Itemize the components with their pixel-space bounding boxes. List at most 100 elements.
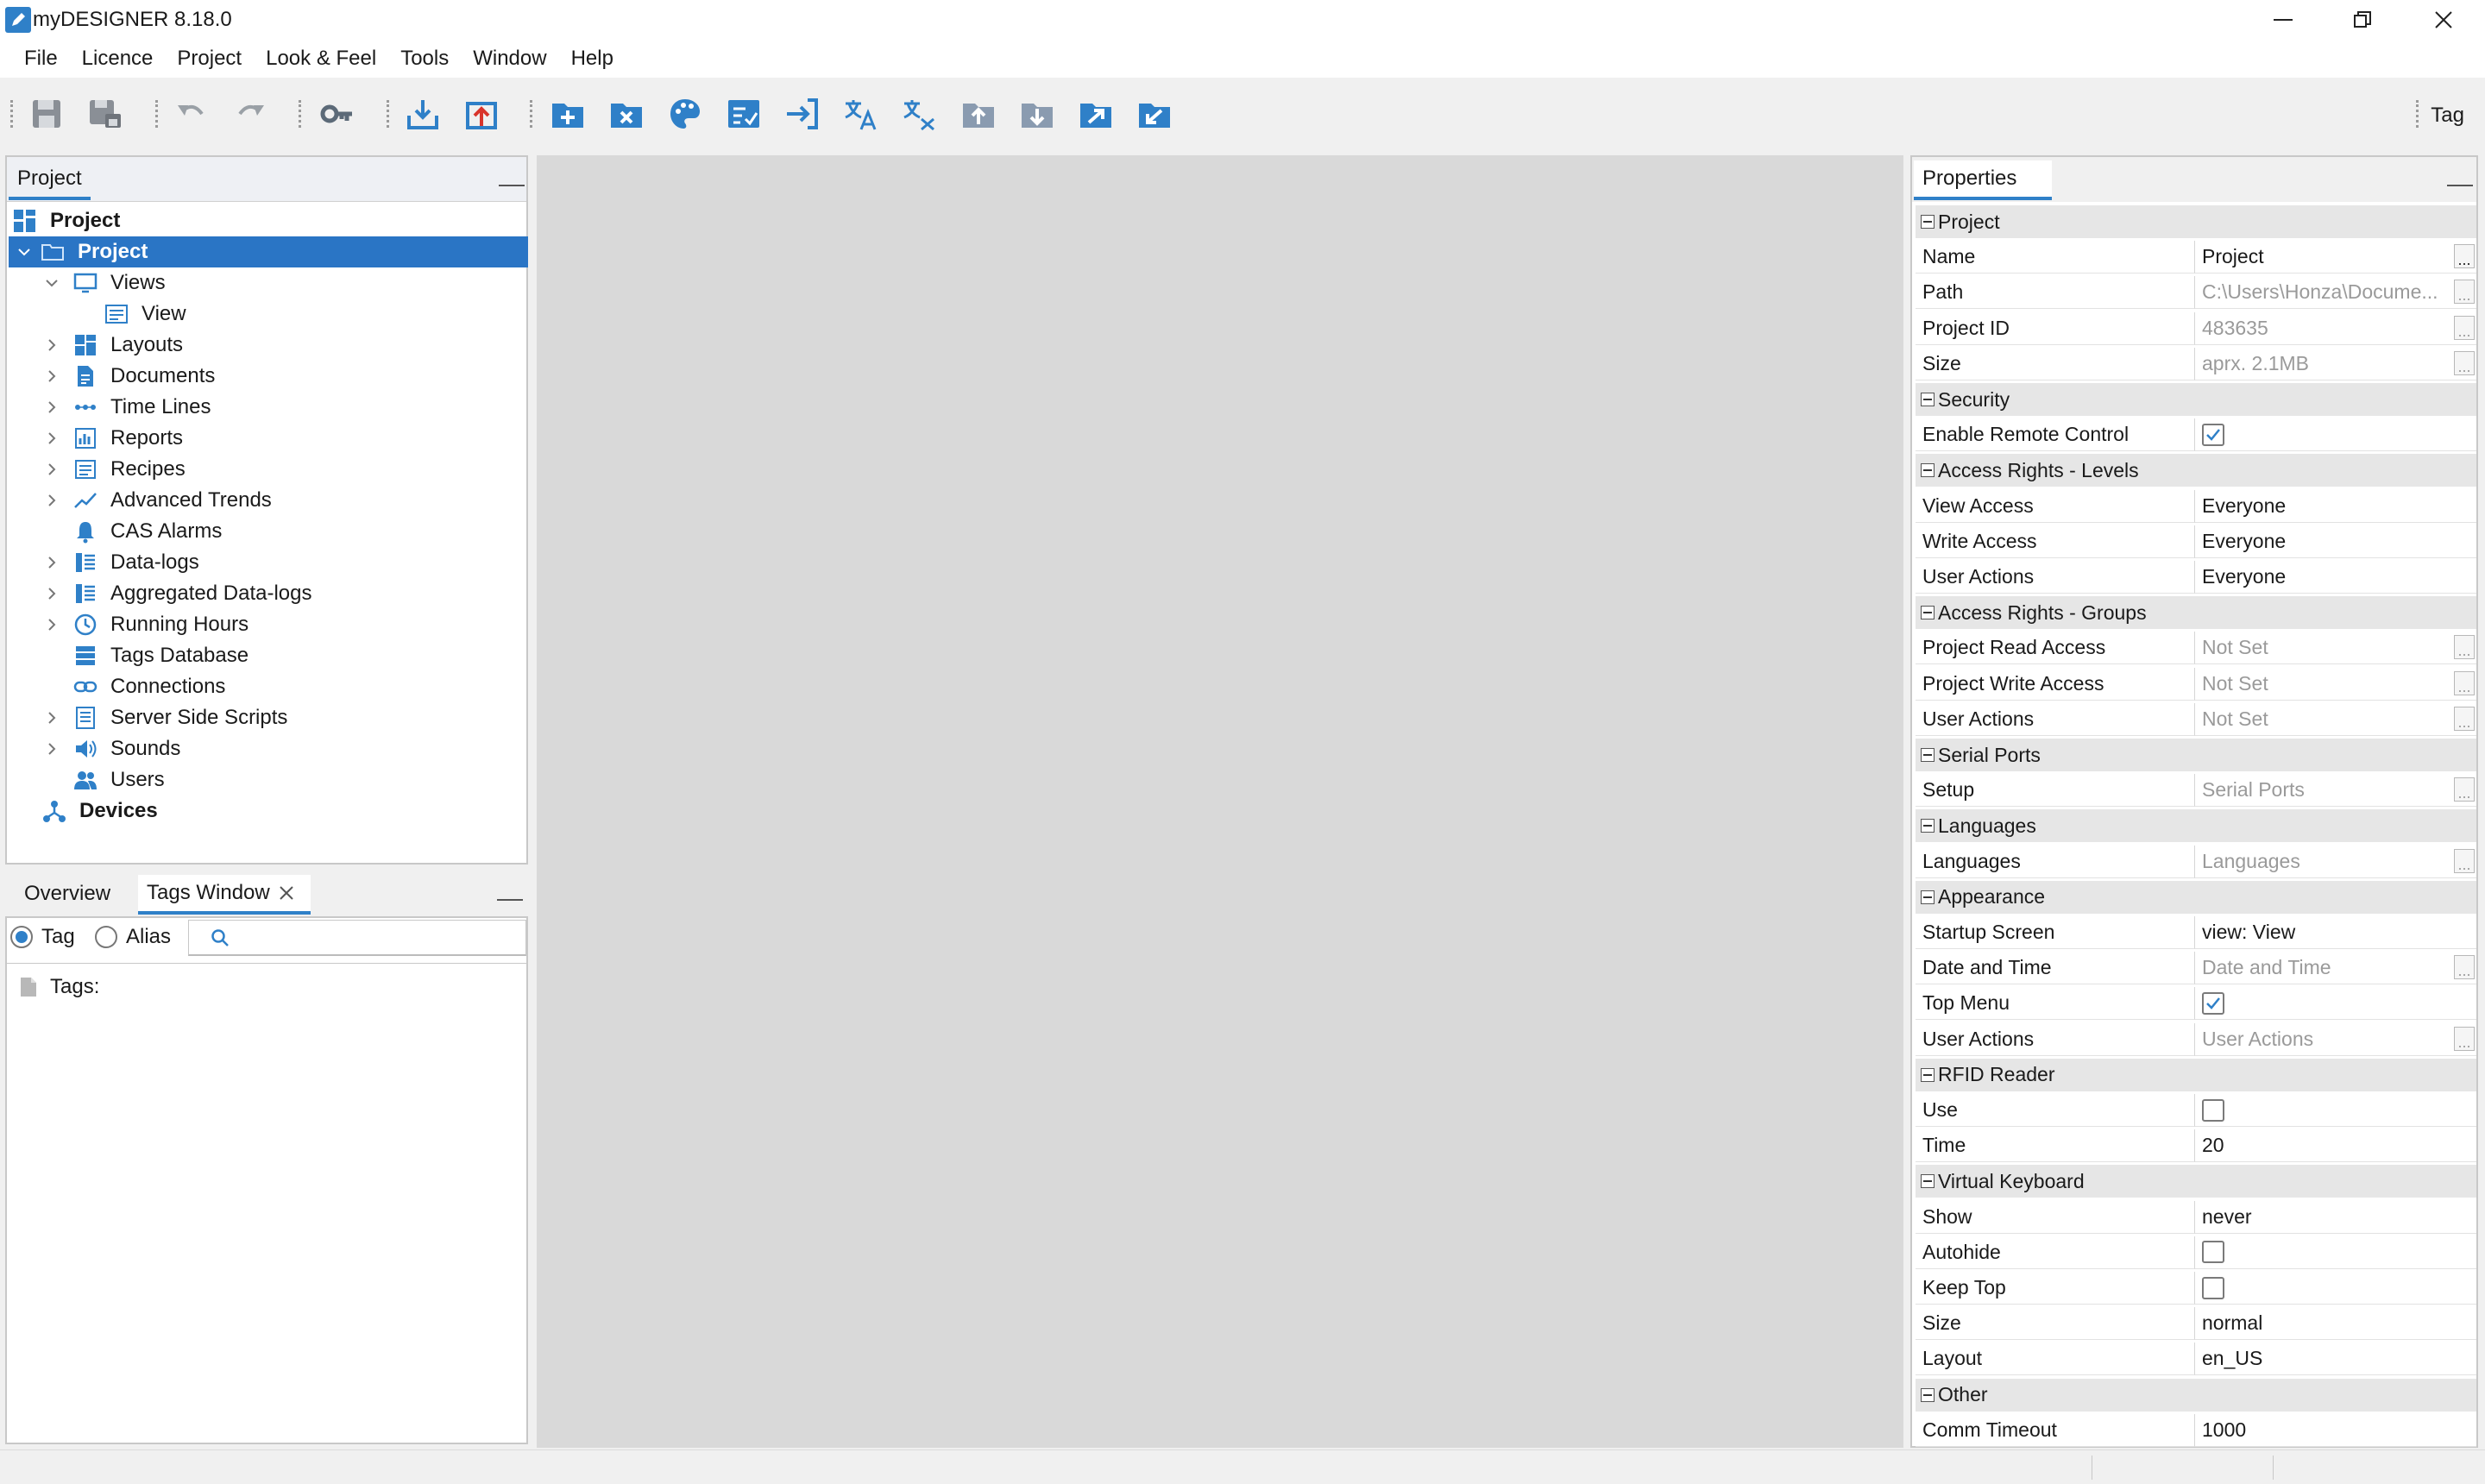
tree-item-project[interactable]: Project xyxy=(9,236,528,267)
property-value[interactable]: 483635... xyxy=(2195,312,2476,345)
tree-item-tags-database[interactable]: Tags Database xyxy=(41,640,559,671)
property-checkbox[interactable] xyxy=(2202,423,2224,446)
tree-item-views[interactable]: Views xyxy=(41,267,559,299)
tag-toolbar-label[interactable]: Tag xyxy=(2431,104,2464,128)
ellipsis-button[interactable]: ... xyxy=(2454,280,2475,305)
undo-button[interactable] xyxy=(173,95,211,133)
property-category[interactable]: Virtual Keyboard xyxy=(1916,1165,2476,1198)
tag-search-field[interactable] xyxy=(188,920,526,956)
property-value[interactable]: en_US xyxy=(2195,1343,2476,1376)
alias-radio-option[interactable]: Alias xyxy=(95,925,171,949)
remove-translation-button[interactable] xyxy=(901,95,939,133)
tab-properties[interactable]: Properties xyxy=(1914,160,2052,200)
tab-overview[interactable]: Overview xyxy=(24,882,110,906)
property-checkbox[interactable] xyxy=(2202,1241,2224,1264)
tree-item-devices[interactable]: Devices xyxy=(41,795,559,827)
alias-radio[interactable] xyxy=(95,926,117,948)
ellipsis-button[interactable]: ... xyxy=(2454,350,2475,375)
close-window-button[interactable] xyxy=(2402,0,2485,40)
menu-item-look-feel[interactable]: Look & Feel xyxy=(254,40,388,78)
chevron-right-icon[interactable] xyxy=(41,739,62,759)
new-item-button[interactable] xyxy=(549,95,587,133)
minimize-panel-button[interactable] xyxy=(499,185,525,186)
property-value[interactable]: Not Set... xyxy=(2195,632,2476,665)
collapse-icon[interactable] xyxy=(1921,463,1935,478)
property-checkbox[interactable] xyxy=(2202,991,2224,1015)
chevron-right-icon[interactable] xyxy=(41,552,62,573)
design-canvas[interactable] xyxy=(537,155,1903,1448)
tree-item-sounds[interactable]: Sounds xyxy=(41,733,559,764)
look-and-feel-button[interactable] xyxy=(666,95,704,133)
checklist-button[interactable] xyxy=(725,95,763,133)
tree-item-reports[interactable]: Reports xyxy=(41,423,559,454)
property-checkbox[interactable] xyxy=(2202,1098,2224,1122)
ellipsis-button[interactable]: ... xyxy=(2454,848,2475,873)
property-value[interactable]: Everyone xyxy=(2195,525,2476,558)
property-value[interactable]: C:\Users\Honza\Docume...... xyxy=(2195,276,2476,310)
upload-project-button[interactable] xyxy=(959,95,997,133)
open-external-button[interactable] xyxy=(1077,95,1115,133)
property-value[interactable]: Everyone xyxy=(2195,490,2476,523)
collapse-icon[interactable] xyxy=(1921,890,1935,904)
collapse-icon[interactable] xyxy=(1921,393,1935,406)
tree-item-time-lines[interactable]: Time Lines xyxy=(41,392,559,423)
save-all-button[interactable] xyxy=(86,95,124,133)
minimize-panel-button[interactable] xyxy=(497,899,523,901)
collapse-icon[interactable] xyxy=(1921,1067,1935,1082)
property-value[interactable]: Everyone xyxy=(2195,561,2476,594)
minimize-window-button[interactable] xyxy=(2242,0,2325,40)
redo-button[interactable] xyxy=(231,95,269,133)
import-button[interactable] xyxy=(404,95,442,133)
ellipsis-button[interactable]: ... xyxy=(2454,777,2475,802)
delete-item-button[interactable] xyxy=(607,95,645,133)
chevron-right-icon[interactable] xyxy=(41,366,62,387)
tree-item-layouts[interactable]: Layouts xyxy=(41,330,559,361)
tree-root[interactable]: Project xyxy=(12,205,530,236)
collapse-icon[interactable] xyxy=(1921,215,1935,229)
tree-item-aggregated-data-logs[interactable]: Aggregated Data-logs xyxy=(41,578,559,609)
collapse-icon[interactable] xyxy=(1921,1174,1935,1189)
ellipsis-button[interactable]: ... xyxy=(2454,955,2475,980)
menu-item-project[interactable]: Project xyxy=(165,40,254,78)
chevron-right-icon[interactable] xyxy=(41,335,62,355)
close-tab-icon[interactable] xyxy=(279,885,294,901)
property-value[interactable]: User Actions... xyxy=(2195,1023,2476,1056)
ellipsis-button[interactable]: ... xyxy=(2454,244,2475,269)
chevron-right-icon[interactable] xyxy=(41,707,62,728)
export-button[interactable] xyxy=(462,95,500,133)
chevron-right-icon[interactable] xyxy=(41,583,62,604)
save-button[interactable] xyxy=(28,95,66,133)
property-category[interactable]: Serial Ports xyxy=(1916,739,2476,771)
tree-item-data-logs[interactable]: Data-logs xyxy=(41,547,559,578)
chevron-right-icon[interactable] xyxy=(41,397,62,418)
translate-button[interactable] xyxy=(842,95,880,133)
tree-item-documents[interactable]: Documents xyxy=(41,361,559,392)
property-value[interactable]: aprx. 2.1MB... xyxy=(2195,348,2476,380)
property-value[interactable]: 1000 xyxy=(2195,1414,2476,1447)
tree-item-server-side-scripts[interactable]: Server Side Scripts xyxy=(41,702,559,733)
minimize-panel-button[interactable] xyxy=(2447,185,2473,186)
menu-item-tools[interactable]: Tools xyxy=(388,40,461,78)
tree-item-advanced-trends[interactable]: Advanced Trends xyxy=(41,485,559,516)
tree-item-cas-alarms[interactable]: CAS Alarms xyxy=(41,516,559,547)
property-value[interactable]: Project... xyxy=(2195,241,2476,274)
collapse-icon[interactable] xyxy=(1921,819,1935,833)
property-category[interactable]: Other xyxy=(1916,1378,2476,1412)
tab-project[interactable]: Project xyxy=(9,160,91,200)
tree-item-running-hours[interactable]: Running Hours xyxy=(41,609,559,640)
property-value[interactable]: view: View xyxy=(2195,916,2476,949)
property-value[interactable]: Languages... xyxy=(2195,846,2476,878)
tag-radio-option[interactable]: Tag xyxy=(10,925,75,949)
collapse-icon[interactable] xyxy=(1921,606,1935,620)
menu-item-window[interactable]: Window xyxy=(461,40,558,78)
download-project-button[interactable] xyxy=(1018,95,1056,133)
property-category[interactable]: RFID Reader xyxy=(1916,1058,2476,1091)
property-value[interactable]: Not Set... xyxy=(2195,703,2476,736)
property-value[interactable]: Not Set... xyxy=(2195,668,2476,701)
menu-item-licence[interactable]: Licence xyxy=(70,40,166,78)
property-category[interactable]: Appearance xyxy=(1916,880,2476,914)
menu-item-help[interactable]: Help xyxy=(559,40,626,78)
restore-window-button[interactable] xyxy=(2321,0,2404,40)
ellipsis-button[interactable]: ... xyxy=(2454,315,2475,340)
menu-item-file[interactable]: File xyxy=(12,40,70,78)
